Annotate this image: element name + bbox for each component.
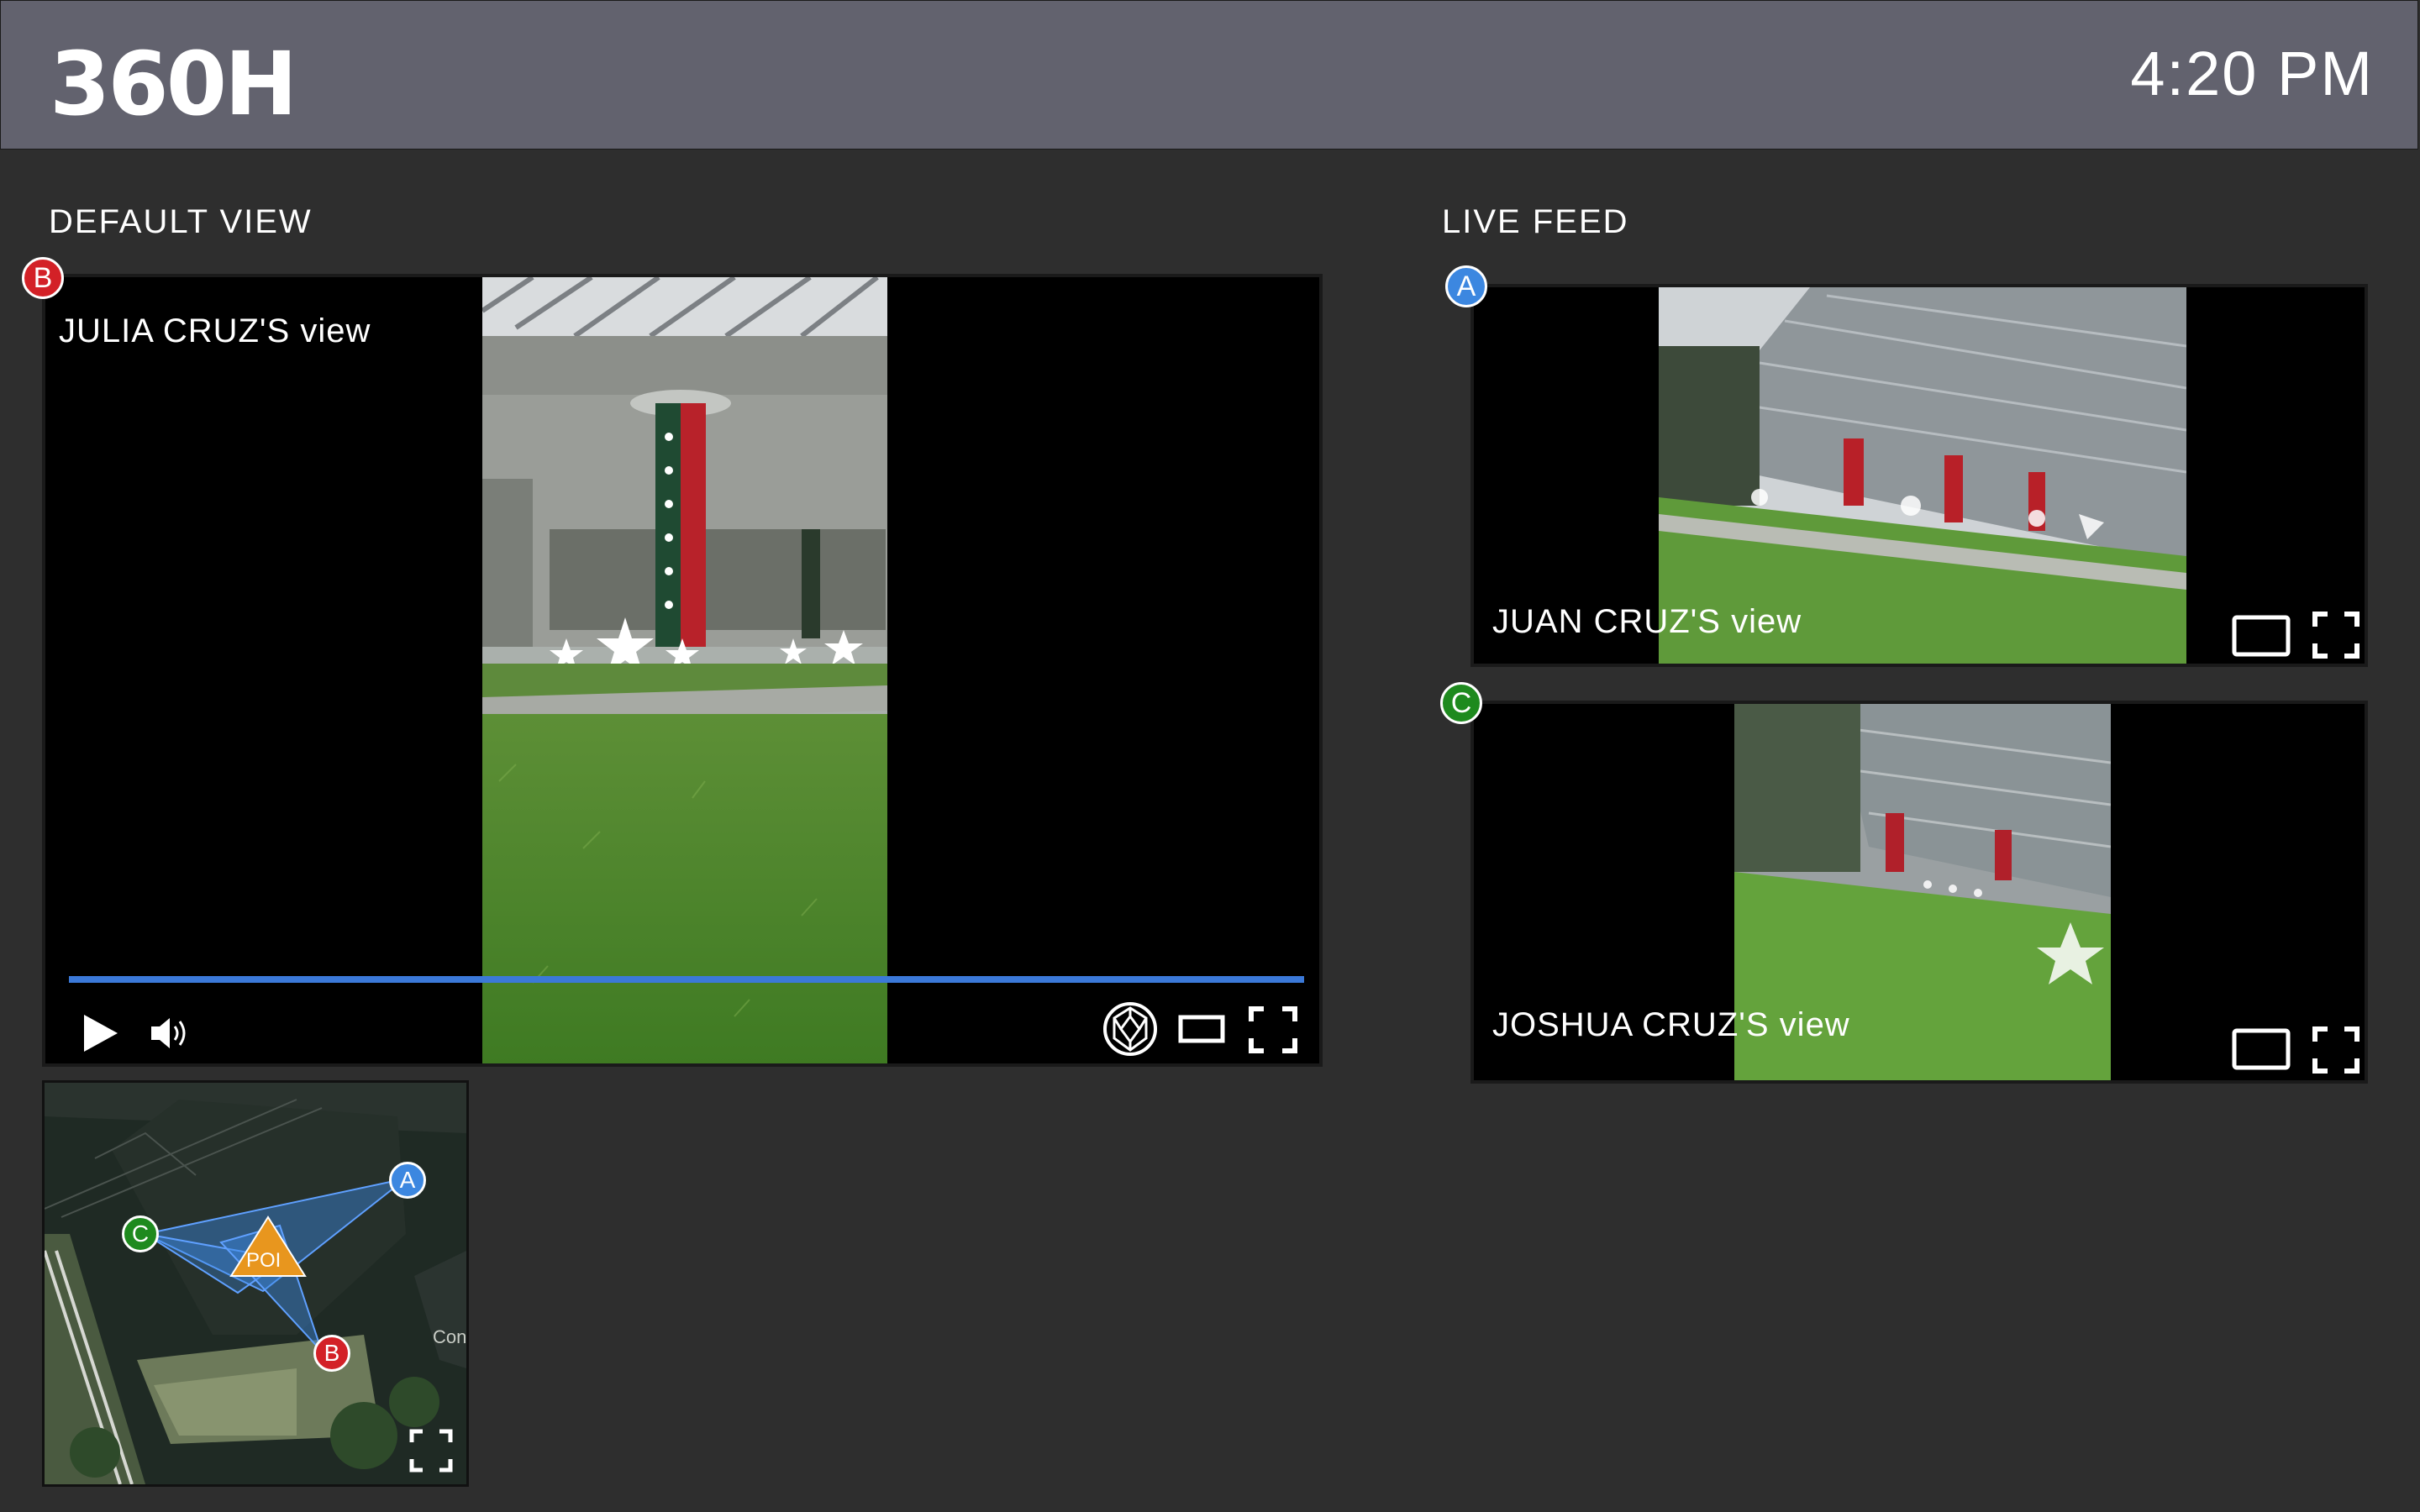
360-sphere-icon[interactable] bbox=[1102, 1001, 1158, 1057]
poi-label: POI bbox=[246, 1249, 281, 1272]
map-corner-text: Con bbox=[433, 1326, 467, 1347]
default-view-title: DEFAULT VIEW bbox=[49, 203, 313, 240]
marker-a-feed: A bbox=[1445, 265, 1487, 307]
app-logo: 360H bbox=[50, 33, 297, 135]
default-view-label: JULIA CRUZ'S view bbox=[59, 312, 371, 349]
live-feed-title: LIVE FEED bbox=[1442, 203, 1629, 240]
video-frame bbox=[482, 277, 887, 1063]
top-bar: 360H 4:20 PM bbox=[0, 0, 2418, 150]
live-feed-c-player[interactable]: JOSHUA CRUZ'S view bbox=[1470, 701, 2368, 1084]
live-feed-a-player[interactable]: JUAN CRUZ'S view bbox=[1470, 284, 2368, 667]
feed-c-label: JOSHUA CRUZ'S view bbox=[1492, 1006, 1850, 1043]
fullscreen-icon[interactable] bbox=[2312, 612, 2360, 659]
default-view-player[interactable]: JULIA CRUZ'S view bbox=[42, 274, 1323, 1067]
map-marker-a[interactable]: A bbox=[389, 1162, 426, 1199]
minimap[interactable]: POI Con A B C bbox=[42, 1080, 469, 1487]
volume-icon[interactable] bbox=[150, 1015, 190, 1052]
play-icon[interactable] bbox=[81, 1013, 119, 1053]
feed-a-label: JUAN CRUZ'S view bbox=[1492, 603, 1802, 640]
fullscreen-icon[interactable] bbox=[409, 1429, 453, 1473]
marker-b-default: B bbox=[22, 257, 64, 299]
theater-mode-icon[interactable] bbox=[2232, 1028, 2291, 1070]
map-marker-c[interactable]: C bbox=[122, 1215, 159, 1252]
clock: 4:20 PM bbox=[2130, 39, 2374, 108]
map-marker-b[interactable]: B bbox=[313, 1335, 350, 1372]
fullscreen-icon[interactable] bbox=[2312, 1026, 2360, 1074]
theater-mode-icon[interactable] bbox=[1178, 1015, 1225, 1043]
theater-mode-icon[interactable] bbox=[2232, 615, 2291, 657]
fullscreen-icon[interactable] bbox=[1249, 1006, 1297, 1053]
marker-c-feed: C bbox=[1440, 682, 1482, 724]
video-progress-bar[interactable] bbox=[69, 976, 1304, 983]
